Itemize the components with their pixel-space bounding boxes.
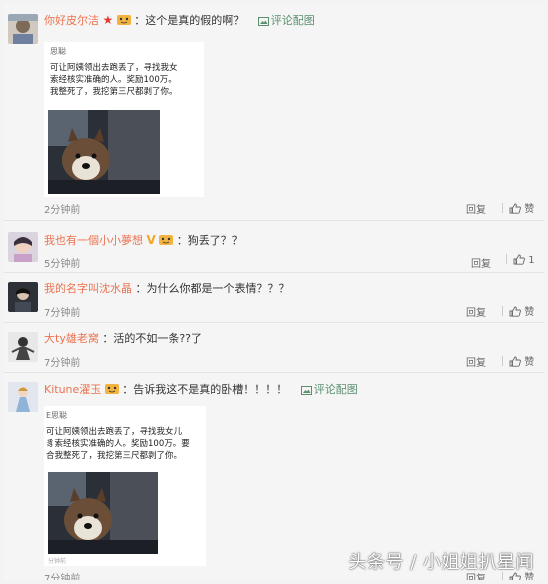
divider <box>4 220 544 221</box>
reply-button[interactable]: 回复 <box>471 255 491 270</box>
card-text-line: 索经核实准确的人。奖励100万。 <box>50 75 177 85</box>
comment-text: ：告诉我这不是真的卧槽！！！！ <box>122 383 288 396</box>
star-badge-icon: ★ <box>102 13 114 27</box>
card-poster-name: E思聪 <box>46 411 68 420</box>
like-label: 赞 <box>524 357 535 368</box>
avatar[interactable] <box>8 282 38 312</box>
like-button[interactable]: 赞 <box>496 200 534 215</box>
card-text-line: 可让阿姨领出去跑丢了，寻找我女 <box>50 63 178 73</box>
comment-time: 7分钟前 <box>44 574 81 580</box>
thumbs-up-icon <box>509 203 521 214</box>
thumbs-up-icon <box>509 356 521 367</box>
emoji-face-icon <box>104 383 119 395</box>
username-link[interactable]: 大ty雄老窝 <box>44 332 99 345</box>
emoji-face-icon <box>159 234 174 246</box>
divider <box>502 306 503 316</box>
username-link[interactable]: 我的名字叫沈水晶 <box>44 282 132 295</box>
verified-badge-icon: V <box>146 233 156 247</box>
card-time: 分钟前 <box>48 558 67 565</box>
thumbs-up-icon <box>509 306 521 317</box>
dog-photo <box>48 472 158 554</box>
reply-button[interactable]: 回复 <box>466 304 486 319</box>
comment-item: 我也有一個小小夢想 V ：狗丢了？？ 5分钟前 回复 1 <box>4 222 544 272</box>
like-label: 赞 <box>524 573 535 580</box>
like-label: 赞 <box>524 307 535 318</box>
avatar[interactable] <box>8 232 38 262</box>
comment-text: ：为什么你都是一个表情？？？ <box>135 282 290 295</box>
like-label: 赞 <box>524 204 535 215</box>
username-link[interactable]: Kitune濯玉 <box>44 383 101 396</box>
comment-image-link[interactable]: 评论配图 <box>271 14 315 27</box>
card-poster-name: 思聪 <box>50 47 66 56</box>
avatar[interactable] <box>8 382 38 412</box>
comment-image-link[interactable]: 评论配图 <box>314 383 358 396</box>
avatar[interactable] <box>8 332 38 362</box>
card-text-line: 合我整死了，我挖第三尺都剥了你。 <box>46 451 183 461</box>
reply-button[interactable]: 回复 <box>466 354 486 369</box>
watermark: 头条号 / 小姐姐扒星闻 <box>348 552 534 573</box>
comment-item: 你好皮尔洁 ★ ：这个是真的假的啊？ 评论配图 思聪 可让阿姨领出去跑丢了，寻找… <box>4 4 544 218</box>
like-button[interactable]: 1 <box>500 254 535 266</box>
comment-text: ：这个是真的假的啊？ <box>134 14 245 27</box>
divider <box>4 322 544 323</box>
comment-list: 你好皮尔洁 ★ ：这个是真的假的啊？ 评论配图 思聪 可让阿姨领出去跑丢了，寻找… <box>4 4 544 580</box>
comment-time: 2分钟前 <box>44 205 81 216</box>
like-count: 1 <box>528 255 535 266</box>
card-text-line: 可让阿姨领出去跑丢了，寻找我女儿 <box>46 427 183 437</box>
comment-text: ：狗丢了？？ <box>176 234 243 247</box>
divider <box>502 203 503 213</box>
comment-time: 5分钟前 <box>44 259 81 270</box>
card-text-line: 我整死了，我挖第三尺都剥了你。 <box>50 87 178 97</box>
comment-text: ：活的不如一条??了 <box>102 332 203 345</box>
image-icon[interactable] <box>257 15 269 31</box>
username-link[interactable]: 我也有一個小小夢想 <box>44 234 143 247</box>
image-icon[interactable] <box>300 384 312 400</box>
reply-button[interactable]: 回复 <box>466 201 486 216</box>
dog-photo <box>48 110 160 194</box>
thumbs-up-icon <box>513 254 525 265</box>
avatar[interactable] <box>8 14 38 44</box>
divider <box>502 356 503 366</box>
comment-image[interactable]: 思聪 可让阿姨领出去跑丢了，寻找我女 索经核实准确的人。奖励100万。 我整死了… <box>44 42 204 197</box>
comment-time: 7分钟前 <box>44 308 81 319</box>
emoji-face-icon <box>116 14 131 26</box>
divider <box>4 372 544 373</box>
comment-time: 7分钟前 <box>44 358 81 369</box>
comment-item: 大ty雄老窝 ：活的不如一条??了 7分钟前 回复 赞 <box>4 324 544 374</box>
divider <box>4 272 544 273</box>
comment-item: 我的名字叫沈水晶 ：为什么你都是一个表情？？？ 7分钟前 回复 赞 <box>4 274 544 324</box>
comment-image[interactable]: E思聪 可让阿姨领出去跑丢了，寻找我女儿 豸索经核实准确的人。奖励100万。要 … <box>44 406 206 566</box>
like-button[interactable]: 赞 <box>496 303 534 318</box>
like-button[interactable]: 赞 <box>496 353 534 368</box>
username-link[interactable]: 你好皮尔洁 <box>44 14 99 27</box>
card-text-line: 豸索经核实准确的人。奖励100万。要 <box>46 439 190 449</box>
divider <box>506 254 507 264</box>
